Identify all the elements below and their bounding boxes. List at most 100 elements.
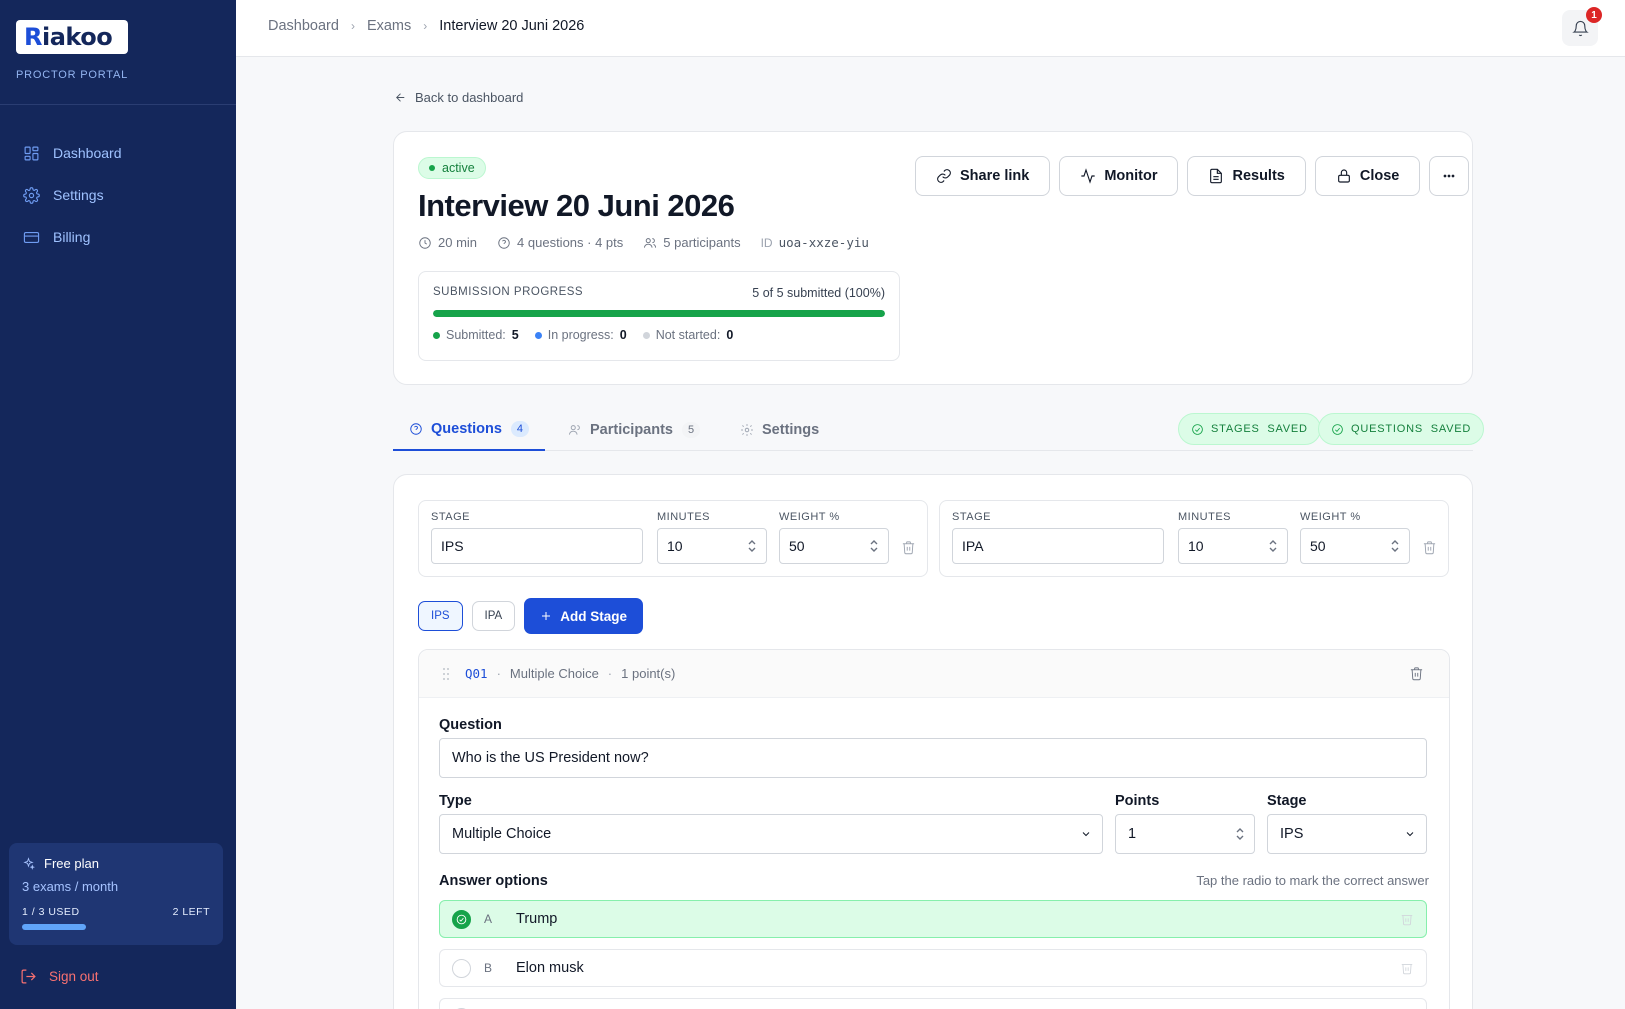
participants-meta: 5 participants xyxy=(643,235,741,250)
progress-fill xyxy=(433,310,885,317)
check-icon xyxy=(456,914,467,924)
sign-out-label: Sign out xyxy=(49,969,99,984)
points-value: 1 xyxy=(1128,826,1137,842)
stage-select[interactable]: IPS xyxy=(1267,814,1427,854)
stage-chip-ipa[interactable]: IPA xyxy=(471,601,516,631)
monitor-button[interactable]: Monitor xyxy=(1059,156,1179,196)
close-exam-button[interactable]: Close xyxy=(1314,156,1421,196)
exam-id-meta: ID uoa-xxze-yiu xyxy=(761,235,869,250)
chevron-down-icon xyxy=(1406,832,1414,837)
share-link-button[interactable]: Share link xyxy=(915,156,1051,196)
question-id: Q01 xyxy=(465,666,488,681)
more-actions-button[interactable] xyxy=(1429,156,1470,196)
grid-icon xyxy=(24,146,39,160)
plus-icon xyxy=(542,612,551,620)
plan-name: Free plan xyxy=(44,856,99,871)
stage-name-input[interactable]: IPS xyxy=(431,528,643,564)
weight-label: WEIGHT % xyxy=(779,511,840,523)
questions-panel: STAGE IPS MINUTES 10 WEIGHT % 50 STAGE I… xyxy=(393,474,1473,1009)
topbar: Dashboard › Exams › Interview 20 Juni 20… xyxy=(236,0,1625,57)
correct-answer-radio[interactable] xyxy=(452,909,471,929)
question-text-input[interactable]: Who is the US President now? xyxy=(439,738,1427,778)
option-text[interactable]: Trump xyxy=(516,911,557,927)
legend-in-progress: In progress: 0 xyxy=(534,328,627,342)
stage-name-label: STAGE xyxy=(952,511,991,523)
plan-usage-bar xyxy=(22,924,86,930)
stage-chip-ips[interactable]: IPS xyxy=(418,601,463,631)
question-label: Question xyxy=(439,717,502,733)
brand-logo[interactable]: Riakoo xyxy=(16,20,128,54)
sign-out-button[interactable]: Sign out xyxy=(20,968,99,985)
credit-card-icon xyxy=(23,231,40,243)
breadcrumb-exams[interactable]: Exams xyxy=(367,18,411,34)
submission-progress: SUBMISSION PROGRESS 5 of 5 submitted (10… xyxy=(418,271,900,361)
back-to-dashboard-link[interactable]: Back to dashboard xyxy=(394,90,523,105)
help-circle-icon xyxy=(498,236,510,249)
tab-label: Questions xyxy=(431,420,502,437)
spinner-icon[interactable] xyxy=(746,538,758,554)
trash-icon[interactable] xyxy=(1409,666,1424,681)
breadcrumb: Dashboard › Exams › Interview 20 Juni 20… xyxy=(268,18,584,34)
weight-input[interactable]: 50 xyxy=(779,528,889,564)
sidebar-item-billing[interactable]: Billing xyxy=(0,216,236,258)
spinner-icon[interactable] xyxy=(1389,538,1401,554)
stage-name-input[interactable]: IPA xyxy=(952,528,1164,564)
trash-icon[interactable] xyxy=(1422,540,1437,555)
exam-tabs: Questions 4 Participants 5 Settings STAG… xyxy=(393,408,1485,451)
spinner-icon[interactable] xyxy=(1234,826,1246,842)
trash-icon[interactable] xyxy=(1400,912,1414,926)
tab-settings[interactable]: Settings xyxy=(740,408,819,451)
minutes-input[interactable]: 10 xyxy=(657,528,767,564)
notifications-button[interactable]: 1 xyxy=(1562,7,1602,46)
question-header: Q01 · Multiple Choice · 1 point(s) xyxy=(419,650,1449,698)
tab-participants[interactable]: Participants 5 xyxy=(568,408,701,451)
sidebar-divider xyxy=(0,104,236,105)
progress-track xyxy=(433,310,885,317)
submitted-dot xyxy=(433,331,440,339)
trash-icon[interactable] xyxy=(1400,961,1414,975)
plan-used-label: 1 / 3 USED xyxy=(22,906,80,918)
minutes-input[interactable]: 10 xyxy=(1178,528,1288,564)
in-progress-label: In progress: xyxy=(547,328,614,342)
sidebar-item-settings[interactable]: Settings xyxy=(0,174,236,216)
correct-answer-radio[interactable] xyxy=(452,958,471,978)
not-started-label: Not started: xyxy=(655,328,721,342)
sign-out-icon xyxy=(21,969,36,984)
sidebar-item-dashboard[interactable]: Dashboard xyxy=(0,132,236,174)
question-card: Q01 · Multiple Choice · 1 point(s) Quest… xyxy=(418,649,1450,1009)
stage-editor-ipa: STAGE IPA MINUTES 10 WEIGHT % 50 xyxy=(939,500,1449,577)
spinner-icon[interactable] xyxy=(868,538,880,554)
breadcrumb-dashboard[interactable]: Dashboard xyxy=(268,18,339,34)
plan-left-label: 2 LEFT xyxy=(172,906,210,918)
more-horizontal-icon xyxy=(1443,174,1455,178)
trash-icon[interactable] xyxy=(901,540,916,555)
results-button[interactable]: Results xyxy=(1187,156,1306,196)
answer-options-label: Answer options xyxy=(439,873,548,889)
arrow-left-icon xyxy=(396,93,405,102)
type-select[interactable]: Multiple Choice xyxy=(439,814,1103,854)
weight-input[interactable]: 50 xyxy=(1300,528,1410,564)
share-link-label: Share link xyxy=(960,168,1030,184)
tab-questions[interactable]: Questions 4 xyxy=(393,408,546,451)
monitor-label: Monitor xyxy=(1104,168,1158,184)
weight-value: 50 xyxy=(1310,538,1326,554)
exam-meta: 20 min 4 questions · 4 pts 5 participant… xyxy=(418,235,889,250)
status-dot xyxy=(429,165,435,171)
answer-option: B Elon musk xyxy=(439,949,1427,987)
points-input[interactable]: 1 xyxy=(1115,814,1255,854)
gear-icon xyxy=(23,186,40,204)
option-text[interactable]: Elon musk xyxy=(516,960,584,976)
separator: · xyxy=(496,666,501,681)
drag-handle-icon[interactable] xyxy=(441,667,451,681)
in-progress-count: 0 xyxy=(619,328,627,342)
sparkle-icon xyxy=(23,857,35,870)
add-stage-button[interactable]: Add Stage xyxy=(524,598,643,634)
answer-option: A Trump xyxy=(439,900,1427,938)
submitted-count: 5 xyxy=(511,328,519,342)
tab-label: Participants xyxy=(590,421,673,438)
legend-submitted: Submitted: 5 xyxy=(433,328,519,342)
results-label: Results xyxy=(1232,168,1285,184)
minutes-label: MINUTES xyxy=(657,511,710,523)
chevron-right-icon: › xyxy=(423,19,428,33)
spinner-icon[interactable] xyxy=(1267,538,1279,554)
